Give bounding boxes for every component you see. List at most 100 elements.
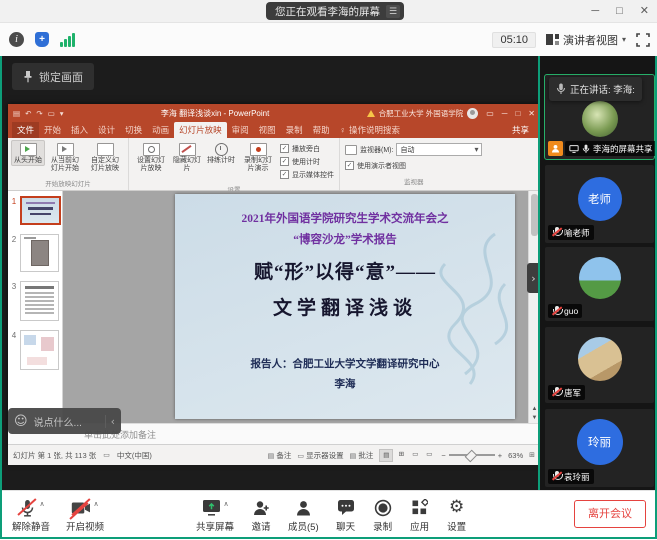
ppt-maximize-button[interactable]: □	[515, 109, 520, 118]
account-avatar[interactable]	[467, 108, 478, 119]
slideshow-view-button[interactable]: ▭	[423, 449, 435, 460]
undo-icon[interactable]: ↶	[25, 109, 31, 118]
play-narrations-checkbox[interactable]: ✓ 播放旁白	[280, 144, 334, 154]
lock-view-button[interactable]: 锁定画面	[12, 63, 94, 90]
chat-icon	[337, 499, 355, 516]
camera-options-chevron[interactable]: ∧	[93, 500, 98, 508]
reading-view-button[interactable]: ▭	[409, 449, 421, 460]
participant-name: 袁玲丽	[564, 471, 590, 483]
zoom-slider[interactable]	[449, 454, 495, 456]
ppt-close-button[interactable]: ✕	[528, 109, 535, 118]
toolbar-left-icons: i +	[9, 23, 75, 56]
settings-button[interactable]: ⚙ 设置	[447, 498, 467, 533]
record-slideshow-button[interactable]: 录制幻灯片演示	[238, 140, 278, 173]
sidebar-collapse-handle[interactable]: ›	[527, 263, 540, 293]
tab-transitions[interactable]: 切换	[120, 122, 147, 138]
slide-canvas[interactable]: 2021年外国语学院研究生学术交流年会之 “博容沙龙”学术报告 赋“形”以得“意…	[63, 191, 528, 423]
tab-help[interactable]: 帮助	[308, 122, 335, 138]
ppt-status-bar: 幻灯片 第 1 张, 共 113 张 ▭ 中文(中国) ▤ 备注 ▭ 显示器设置…	[8, 444, 540, 465]
zoom-out-button[interactable]: −	[441, 451, 445, 460]
thumbnail-slide-3[interactable]: 3	[8, 281, 62, 321]
tab-record[interactable]: 录制	[281, 122, 308, 138]
tab-home[interactable]: 开始	[39, 122, 66, 138]
emoji-icon[interactable]: ☺	[14, 415, 28, 428]
close-button[interactable]: ✕	[640, 0, 649, 22]
participant-tile-guo[interactable]: guo	[545, 247, 654, 321]
collapse-chat-icon[interactable]: ‹	[105, 415, 115, 428]
slideshow-icon[interactable]: ▭	[48, 109, 55, 118]
from-beginning-button[interactable]: 从头开始	[11, 140, 45, 166]
network-signal-icon[interactable]	[60, 33, 75, 47]
thumbnail-slide-4[interactable]: 4	[8, 330, 62, 370]
minimize-button[interactable]: ─	[591, 0, 599, 22]
thumbnail-slide-2[interactable]: 2	[8, 234, 62, 272]
play-from-current-icon	[57, 143, 74, 156]
comments-toggle[interactable]: ▤ 批注	[350, 450, 374, 461]
members-button[interactable]: 成员(5)	[288, 498, 319, 533]
save-icon[interactable]: ▤	[13, 109, 20, 118]
normal-view-button[interactable]: ▤	[379, 449, 393, 462]
banner-menu-icon[interactable]: ☰	[386, 5, 400, 18]
security-shield-icon[interactable]: +	[35, 32, 49, 47]
tab-design[interactable]: 设计	[93, 122, 120, 138]
speaker-view-button[interactable]: 演讲者视图 ▾	[546, 32, 626, 48]
zoom-in-button[interactable]: +	[498, 451, 502, 460]
tab-file[interactable]: 文件	[12, 122, 39, 138]
participant-tile-yuanlingli[interactable]: 玲丽 袁玲丽	[545, 409, 654, 487]
scrollbar-thumb[interactable]	[531, 194, 538, 236]
rehearse-timings-button[interactable]: 排练计时	[204, 140, 238, 165]
comments-label: 批注	[358, 451, 373, 460]
tab-slideshow[interactable]: 幻灯片放映	[174, 122, 227, 138]
vertical-scrollbar[interactable]: ▲ ▼	[528, 191, 540, 423]
participant-tile-tangjun[interactable]: 唐军	[545, 327, 654, 403]
screen-share-icon	[569, 145, 579, 153]
start-video-button[interactable]: ∧ 开启视频	[66, 498, 104, 533]
meeting-info-icon[interactable]: i	[9, 32, 24, 47]
from-current-slide-button[interactable]: 从当前幻灯片开始	[45, 140, 85, 173]
next-slide-button[interactable]: ▼	[532, 415, 538, 421]
pin-icon	[23, 70, 33, 83]
fullscreen-button[interactable]	[636, 33, 650, 47]
thumbnail-slide-1[interactable]: 1	[8, 196, 62, 225]
notes-toggle[interactable]: ▤ 备注	[268, 450, 292, 461]
apps-button[interactable]: 应用	[410, 498, 430, 533]
ribbon-options-icon[interactable]: ▭	[486, 109, 494, 118]
participant-tile-yulaoshi[interactable]: 老师 喻老师	[545, 165, 654, 243]
zoom-percentage[interactable]: 63%	[508, 451, 523, 460]
tab-view[interactable]: 视图	[254, 122, 281, 138]
play-from-start-icon	[20, 143, 37, 156]
custom-show-label: 自定义幻灯片放映	[88, 157, 122, 173]
account-area: 合肥工业大学 外国语学院	[367, 108, 479, 119]
fit-to-window-button[interactable]: ⊞	[529, 451, 535, 459]
show-media-controls-checkbox[interactable]: ✓ 显示媒体控件	[280, 170, 334, 180]
invite-button[interactable]: 邀请	[251, 498, 271, 533]
zoom-slider-knob[interactable]	[464, 450, 477, 463]
leave-meeting-button[interactable]: 离开会议	[574, 500, 646, 528]
language-indicator[interactable]: 中文(中国)	[117, 450, 152, 461]
use-timings-checkbox[interactable]: ✓ 使用计时	[280, 157, 334, 167]
share-options-chevron[interactable]: ∧	[223, 500, 228, 508]
monitor-icon	[345, 145, 357, 155]
share-button[interactable]: 共享	[505, 122, 536, 138]
maximize-button[interactable]: □	[616, 0, 623, 22]
ppt-minimize-button[interactable]: ─	[502, 109, 508, 118]
redo-icon[interactable]: ↷	[36, 109, 42, 118]
hide-slide-button[interactable]: 隐藏幻灯片	[170, 140, 204, 173]
tell-me-search[interactable]: ♀ 操作说明搜索	[335, 122, 405, 138]
presenter-view-checkbox[interactable]: ✓ 使用演示者视图	[345, 161, 482, 171]
tab-review[interactable]: 审阅	[227, 122, 254, 138]
display-settings-toggle[interactable]: ▭ 显示器设置	[297, 450, 343, 461]
tab-animations[interactable]: 动画	[147, 122, 174, 138]
quick-chat-input[interactable]: 说点什么...	[34, 414, 99, 429]
custom-slideshow-button[interactable]: 自定义幻灯片放映	[85, 140, 125, 173]
previous-slide-button[interactable]: ▲	[532, 406, 538, 412]
slide-sorter-view-button[interactable]: ⊞	[395, 449, 407, 460]
unmute-button[interactable]: ∧ 解除静音	[12, 498, 50, 533]
chat-button[interactable]: 聊天	[336, 498, 356, 533]
mic-options-chevron[interactable]: ∧	[39, 500, 44, 508]
setup-slideshow-button[interactable]: 设置幻灯片放映	[132, 140, 170, 173]
share-screen-button[interactable]: ∧ 共享屏幕	[196, 498, 234, 533]
record-button[interactable]: 录制	[373, 498, 393, 533]
tab-insert[interactable]: 插入	[66, 122, 93, 138]
monitor-dropdown[interactable]: 自动 ▾	[396, 143, 482, 156]
